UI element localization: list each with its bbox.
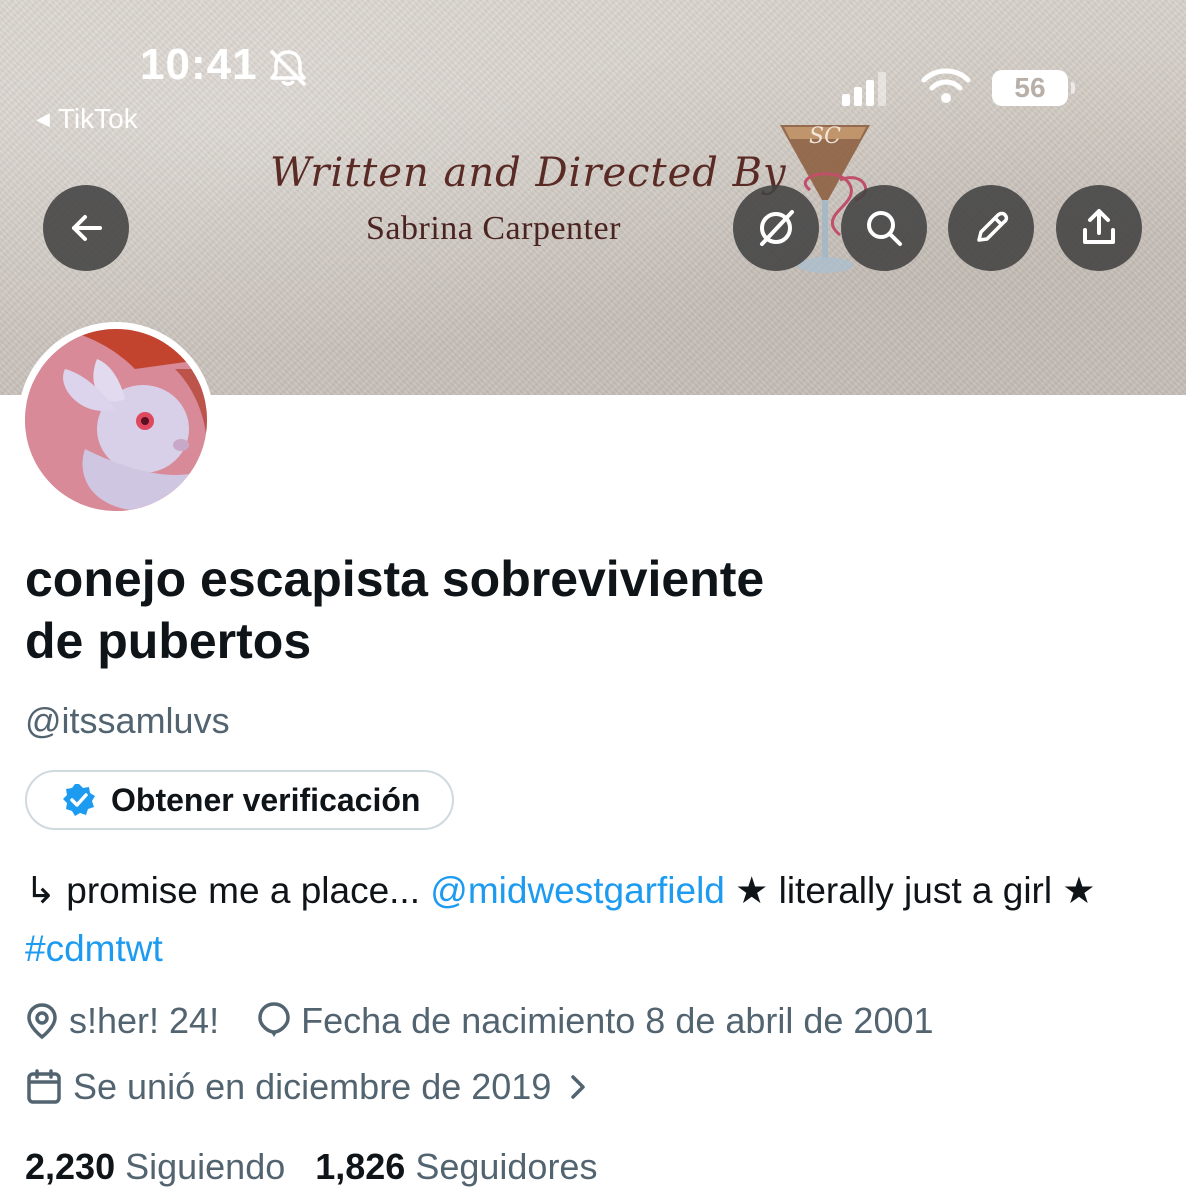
joined-item: Se unió en diciembre de 2019 <box>25 1066 591 1108</box>
avatar[interactable] <box>18 322 214 518</box>
bell-muted-icon <box>270 50 306 86</box>
chevron-right-icon <box>571 1075 586 1099</box>
location-item: s!her! 24! <box>25 1000 219 1042</box>
banner-name-text: Sabrina Carpenter <box>366 210 621 247</box>
birthday-text: Fecha de nacimiento 8 de abril de 2001 <box>301 1000 934 1041</box>
bio-hashtag-link[interactable]: #cdmtwt <box>25 928 163 969</box>
banner-script-text: Written and Directed By <box>270 150 787 196</box>
grok-icon <box>760 210 794 246</box>
followers-label: Seguidores <box>415 1146 598 1187</box>
edit-button[interactable] <box>948 185 1034 271</box>
share-button[interactable] <box>1056 185 1142 271</box>
bio-prefix: ↳ promise me a place... <box>25 870 431 911</box>
display-name-line1: conejo escapista sobreviviente <box>25 551 765 607</box>
following-count: 2,230 <box>25 1146 116 1187</box>
verified-badge-icon <box>63 784 95 816</box>
display-name: conejo escapista sobreviviente de pubert… <box>25 548 1025 672</box>
grok-button[interactable] <box>733 185 819 271</box>
balloon-icon <box>258 1002 290 1037</box>
share-icon <box>1083 209 1115 244</box>
get-verified-button[interactable]: Obtener verificación <box>25 770 455 830</box>
back-button[interactable] <box>43 185 129 271</box>
display-name-line2: de pubertos <box>25 613 312 669</box>
joined-row[interactable]: Se unió en diciembre de 2019 <box>25 1066 591 1108</box>
back-triangle-icon: ◀ <box>36 108 50 129</box>
birthday-item: Fecha de nacimiento 8 de abril de 2001 <box>257 1000 934 1042</box>
arrow-left-icon <box>72 215 102 241</box>
cellular-signal-icon <box>842 72 886 106</box>
back-app-label: TikTok <box>57 103 138 134</box>
search-button[interactable] <box>841 185 927 271</box>
get-verified-label: Obtener verificación <box>111 781 421 818</box>
joined-text: Se unió en diciembre de 2019 <box>73 1066 552 1107</box>
location-text: s!her! 24! <box>69 1000 220 1041</box>
avatar-image <box>25 329 207 511</box>
followers-count: 1,826 <box>315 1146 406 1187</box>
svg-text:SC: SC <box>809 124 841 149</box>
following-link[interactable]: 2,230 Siguiendo <box>25 1146 285 1188</box>
bio-middle: ★ literally just a girl ★ <box>724 870 1096 911</box>
follow-stats: 2,230 Siguiendo 1,826 Seguidores <box>25 1146 597 1188</box>
following-label: Siguiendo <box>125 1146 286 1187</box>
battery-level: 56 <box>1014 72 1046 103</box>
bio-mention-link[interactable]: @midwestgarfield <box>430 870 725 911</box>
search-icon <box>867 211 902 246</box>
status-time: 10:41 <box>140 40 258 89</box>
followers-link[interactable]: 1,826 Seguidores <box>315 1146 597 1188</box>
calendar-icon <box>27 1069 61 1104</box>
bio: ↳ promise me a place... @midwestgarfield… <box>25 862 1165 978</box>
pencil-icon <box>977 211 1009 242</box>
back-to-app-link[interactable]: ◀ TikTok <box>36 103 138 135</box>
wifi-icon <box>921 68 971 103</box>
profile-meta-row: s!her! 24! Fecha de nacimiento 8 de abri… <box>25 1000 934 1042</box>
user-handle: @itssamluvs <box>25 700 230 741</box>
battery-indicator: 56 <box>992 70 1075 106</box>
location-pin-icon <box>27 1003 57 1040</box>
